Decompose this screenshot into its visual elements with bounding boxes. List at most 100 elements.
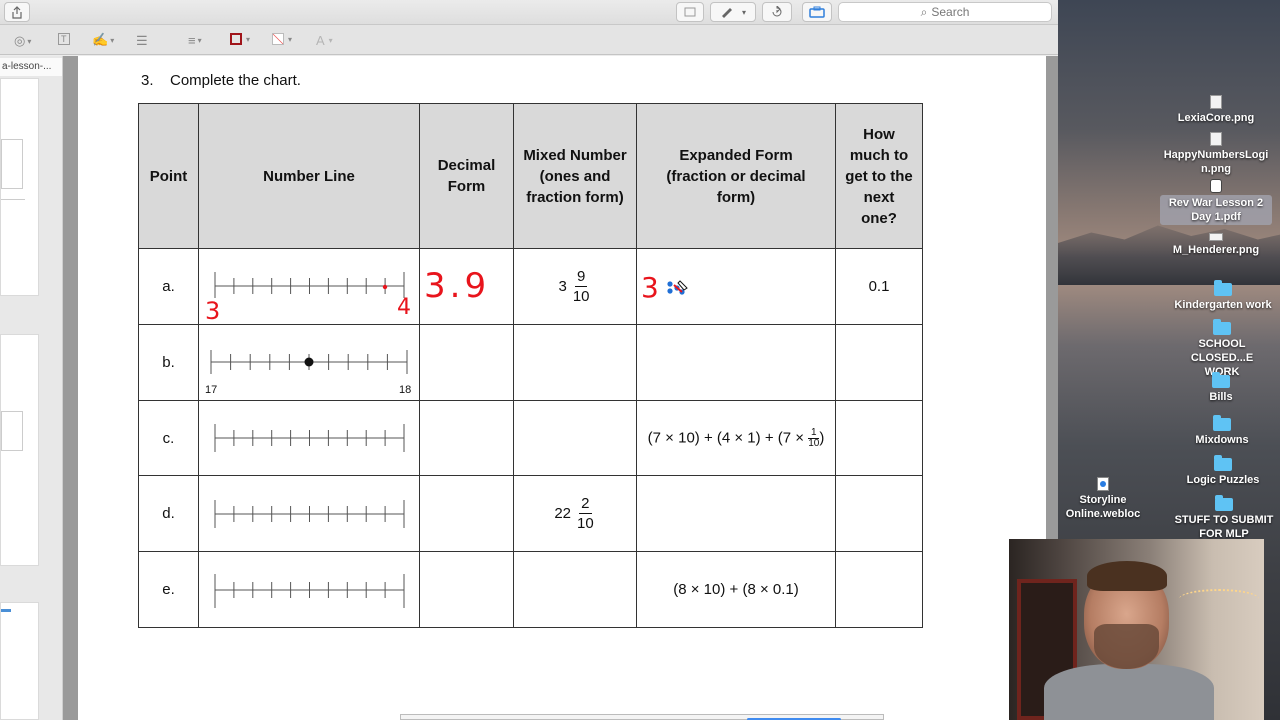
folder-icon [1213, 319, 1231, 335]
mixed-number-cell[interactable]: 22 2 10 [513, 475, 637, 552]
rotate-icon [772, 6, 782, 17]
next-cell[interactable] [835, 400, 923, 476]
expanded-form-cell[interactable] [636, 324, 836, 401]
desktop-item-label: Bills [1209, 391, 1233, 403]
number-line [214, 574, 405, 608]
desktop-item[interactable]: SCHOOL CLOSED...E WORK [1172, 319, 1272, 379]
page-thumbnail[interactable] [0, 78, 39, 296]
share-button[interactable] [4, 2, 30, 22]
desktop-item[interactable]: Rev War Lesson 2 Day 1.pdf [1160, 179, 1272, 225]
pen-icon [721, 8, 732, 18]
number-line-cell[interactable] [198, 475, 420, 552]
desktop-item[interactable]: STUFF TO SUBMIT FOR MLP [1166, 495, 1280, 541]
note-icon: ☰ [136, 33, 148, 48]
desktop-item[interactable]: M_Henderer.png [1151, 233, 1280, 257]
decimal-form-cell[interactable] [419, 324, 514, 401]
desktop-item-label: STUFF TO SUBMIT FOR MLP [1174, 514, 1274, 540]
mixed-number-cell[interactable] [513, 551, 637, 628]
crop-button[interactable] [676, 2, 704, 22]
mixed-denominator: 10 [577, 515, 594, 532]
preview-window: ▾ ⌕ Search ◎ ▾ T ✍ ▾ ☰ ≡ ▾ ▾ ▾ A ▾ a-les… [0, 0, 1058, 720]
desktop-item-label: M_Henderer.png [1172, 244, 1260, 256]
desktop-item-label: LexiaCore.png [1177, 112, 1255, 124]
fill-color-tool[interactable]: ▾ [272, 33, 292, 45]
question-text: Complete the chart. [170, 72, 301, 89]
point-marker [304, 357, 314, 367]
folder-icon [1214, 455, 1232, 471]
mixed-number-cell[interactable]: 3 9 10 [513, 248, 637, 325]
number-line-right-label: 18 [399, 384, 412, 396]
decimal-form-cell[interactable] [419, 400, 514, 476]
text-style-tool[interactable]: A ▾ [316, 33, 333, 48]
search-placeholder: Search [931, 5, 970, 19]
sign-tool[interactable]: ✍ ▾ [92, 32, 114, 48]
text-tool[interactable]: T [58, 33, 70, 45]
header-next: How much to get to the next one? [835, 103, 923, 249]
desktop-item-label: Kindergarten work [1174, 299, 1272, 311]
next-cell[interactable] [835, 324, 923, 401]
pen-cursor-icon [667, 280, 688, 295]
webcam-video [1009, 539, 1264, 720]
decimal-form-cell[interactable] [419, 475, 514, 552]
desktop-item[interactable]: HappyNumbersLogin.png [1160, 132, 1272, 176]
handwritten-expanded: 3 [641, 271, 659, 304]
next-cell[interactable] [835, 475, 923, 552]
search-field[interactable]: ⌕ Search [838, 2, 1052, 22]
file-icon [1210, 95, 1222, 109]
number-line-cell[interactable] [198, 400, 420, 476]
chevron-down-icon: ▾ [288, 34, 293, 44]
number-line-cell[interactable] [198, 551, 420, 628]
folder-icon [1215, 495, 1233, 511]
text-style-icon: A [316, 33, 325, 48]
desktop-item[interactable]: Mixdowns [1157, 415, 1280, 447]
desktop-item-label: Storyline Online.webloc [1065, 494, 1141, 520]
webcam-person-hoodie [1044, 664, 1214, 720]
point-label: c. [138, 400, 199, 476]
fill-color-icon [272, 33, 284, 45]
file-icon [1209, 233, 1223, 241]
number-line-cell[interactable]: 3 4 [198, 248, 420, 325]
markup-pen-button[interactable]: ▾ [710, 2, 756, 22]
page-thumbnail[interactable] [0, 602, 39, 720]
mixed-numerator: 2 [579, 495, 592, 514]
shapes-tool[interactable]: ◎ ▾ [14, 33, 31, 49]
rotate-button[interactable] [762, 2, 792, 22]
file-icon [1210, 132, 1222, 146]
note-tool[interactable]: ☰ [136, 33, 148, 49]
crop-icon [684, 7, 696, 17]
line-style-tool[interactable]: ≡ ▾ [188, 33, 202, 48]
expanded-form-cell[interactable]: (8 × 10) + (8 × 0.1) [636, 551, 836, 628]
chevron-down-icon: ▾ [246, 34, 251, 44]
bottom-dialog [400, 714, 884, 720]
mixed-number-cell[interactable] [513, 400, 637, 476]
desktop-item[interactable]: Storyline Online.webloc [1058, 477, 1148, 521]
point-label: e. [138, 551, 199, 628]
toolbox-button[interactable] [802, 2, 832, 22]
expanded-expression: (7 × 10) + (4 × 1) + (7 × [647, 428, 809, 446]
expanded-form-cell[interactable] [636, 475, 836, 552]
desktop-item[interactable]: Bills [1156, 372, 1280, 404]
page-thumbnail[interactable] [0, 334, 39, 566]
desktop-item[interactable]: Logic Puzzles [1158, 455, 1280, 487]
document-tab[interactable]: a-lesson-... [0, 58, 62, 76]
signature-icon: ✍ [92, 32, 109, 47]
decimal-form-cell[interactable]: 3.9 [419, 248, 514, 325]
decimal-form-cell[interactable] [419, 551, 514, 628]
desktop-item-label: SCHOOL CLOSED...E WORK [1190, 338, 1254, 378]
expanded-form-cell[interactable]: (7 × 10) + (4 × 1) + (7 × 1 10) [636, 400, 836, 476]
question-heading: 3. Complete the chart. [141, 72, 301, 89]
desktop-item[interactable]: Kindergarten work [1158, 280, 1280, 312]
number-line [210, 350, 408, 374]
number-line [214, 500, 405, 528]
desktop-item[interactable]: LexiaCore.png [1151, 95, 1280, 125]
header-point: Point [138, 103, 199, 249]
mixed-number: 22 2 10 [554, 494, 595, 533]
next-cell[interactable] [835, 551, 923, 628]
mixed-number-cell[interactable] [513, 324, 637, 401]
number-line-cell[interactable]: 17 18 [198, 324, 420, 401]
next-cell[interactable]: 0.1 [835, 248, 923, 325]
expanded-form-cell[interactable]: 3 [636, 248, 836, 325]
mixed-numerator: 9 [575, 268, 588, 287]
mixed-whole: 3 [558, 278, 567, 295]
border-color-tool[interactable]: ▾ [230, 33, 250, 45]
